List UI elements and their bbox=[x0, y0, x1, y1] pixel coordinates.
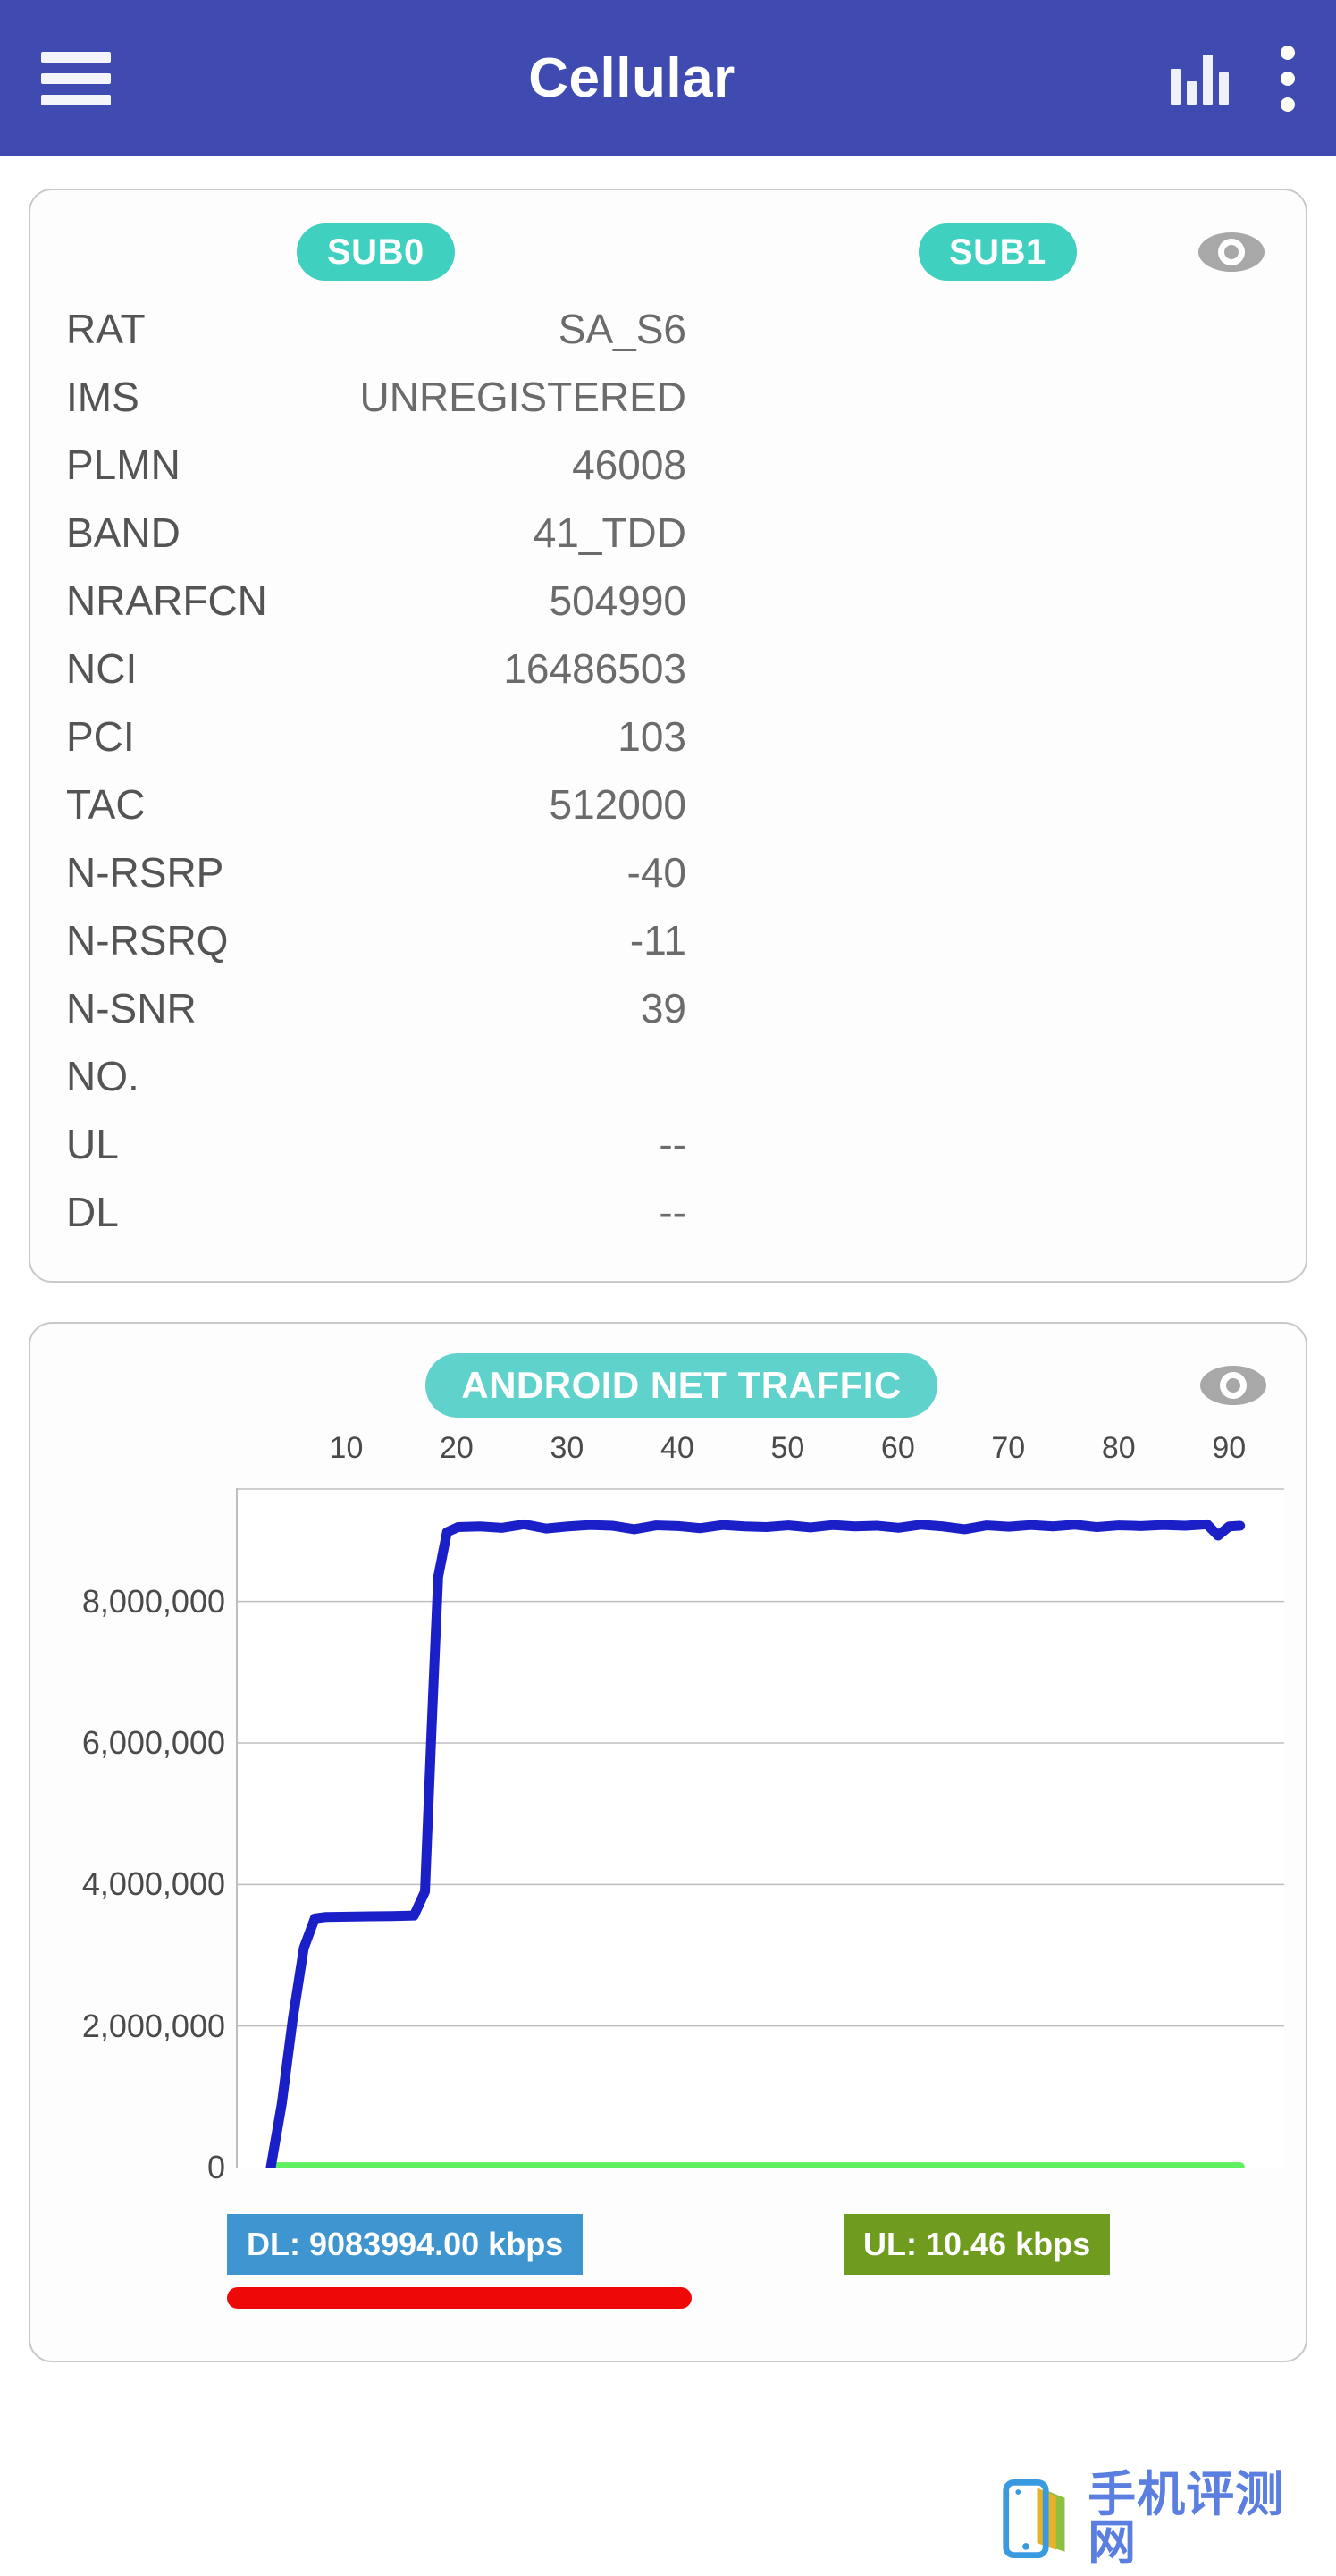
dl-value-badge: DL: 9083994.00 kbps bbox=[227, 2214, 584, 2275]
dl-indicator-bar bbox=[227, 2286, 692, 2309]
x-tick-label: 90 bbox=[1212, 1431, 1247, 1465]
table-row: PCI 103 bbox=[61, 712, 695, 780]
row-key: TAC bbox=[66, 781, 146, 828]
app-bar: Cellular bbox=[0, 0, 1336, 156]
row-value: 103 bbox=[618, 713, 686, 760]
traffic-line-chart bbox=[238, 1488, 1284, 2168]
table-row: DL -- bbox=[61, 1188, 695, 1256]
net-traffic-chart-card: ANDROID NET TRAFFIC 10 20 30 40 50 60 70 80 90 0… bbox=[29, 1322, 1307, 2362]
row-value: 504990 bbox=[549, 577, 687, 624]
row-key: NRARFCN bbox=[66, 577, 267, 624]
row-value: -40 bbox=[626, 849, 686, 896]
ul-legend-group: UL: 10.46 kbps bbox=[844, 2214, 1111, 2275]
row-value: 512000 bbox=[549, 781, 687, 828]
row-value: -- bbox=[659, 1121, 686, 1167]
sub-selector-row: SUB0 SUB1 bbox=[61, 221, 1275, 283]
chart-header: ANDROID NET TRAFFIC bbox=[52, 1351, 1284, 1420]
row-value: UNREGISTERED bbox=[359, 374, 686, 420]
ul-value-badge: UL: 10.46 kbps bbox=[844, 2214, 1111, 2275]
row-key: N-RSRP bbox=[66, 849, 224, 896]
cellular-info-list: RAT SA_S6 IMS UNREGISTERED PLMN 46008 BA… bbox=[61, 305, 1275, 1256]
row-value: 39 bbox=[640, 985, 686, 1031]
row-value: -11 bbox=[629, 917, 686, 964]
row-key: IMS bbox=[66, 374, 139, 420]
watermark-text: 手机评测网 bbox=[1088, 2468, 1285, 2570]
chart-y-axis: 0 2,000,000 4,000,000 6,000,000 8,000,000 bbox=[52, 1488, 236, 2185]
row-key: DL bbox=[66, 1189, 119, 1235]
table-row: UL -- bbox=[61, 1120, 695, 1188]
app-bar-actions bbox=[1171, 45, 1295, 112]
y-tick-label: 2,000,000 bbox=[81, 2007, 225, 2044]
table-row: NO. bbox=[61, 1052, 695, 1120]
sub0-tab[interactable]: SUB0 bbox=[297, 223, 455, 281]
table-row: TAC 512000 bbox=[61, 780, 695, 848]
eye-icon[interactable] bbox=[1197, 230, 1266, 274]
chart-legend: DL: 9083994.00 kbps UL: 10.46 kbps bbox=[52, 2168, 1284, 2337]
row-value: SA_S6 bbox=[558, 306, 686, 352]
row-key: RAT bbox=[66, 306, 146, 352]
x-tick-label: 30 bbox=[550, 1431, 584, 1465]
row-key: UL bbox=[66, 1121, 119, 1167]
cellular-info-card: SUB0 SUB1 RAT SA_S6 IMS UNREGISTERED PLM… bbox=[29, 189, 1307, 1283]
x-tick-label: 60 bbox=[880, 1431, 915, 1465]
row-key: PCI bbox=[66, 713, 135, 760]
chart-title: ANDROID NET TRAFFIC bbox=[425, 1353, 937, 1418]
row-value: 16486503 bbox=[503, 645, 686, 692]
series-dl-line bbox=[271, 1524, 1240, 2168]
row-value: -- bbox=[659, 1189, 686, 1235]
eye-icon[interactable] bbox=[1198, 1363, 1268, 1408]
table-row: NRARFCN 504990 bbox=[61, 577, 695, 644]
x-tick-label: 50 bbox=[770, 1431, 805, 1465]
chart-x-axis: 10 20 30 40 50 60 70 80 90 bbox=[52, 1431, 1284, 1483]
x-tick-label: 10 bbox=[329, 1431, 364, 1465]
phone-books-logo-icon bbox=[1003, 2479, 1065, 2558]
row-key: PLMN bbox=[66, 442, 181, 488]
y-tick-label: 8,000,000 bbox=[81, 1582, 225, 1620]
table-row: N-RSRP -40 bbox=[61, 848, 695, 916]
table-row: IMS UNREGISTERED bbox=[61, 373, 695, 441]
x-tick-label: 70 bbox=[991, 1431, 1026, 1465]
row-value: 46008 bbox=[572, 442, 686, 488]
bar-chart-bar bbox=[1187, 80, 1197, 105]
x-tick-label: 20 bbox=[440, 1431, 474, 1465]
kebab-dot bbox=[1281, 45, 1295, 60]
row-key: NCI bbox=[66, 645, 138, 692]
table-row: NCI 16486503 bbox=[61, 644, 695, 712]
dl-legend-group: DL: 9083994.00 kbps bbox=[227, 2214, 692, 2309]
table-row: BAND 41_TDD bbox=[61, 509, 695, 577]
site-watermark: 手机评测网 bbox=[990, 2462, 1336, 2576]
bar-chart-bar bbox=[1219, 72, 1229, 105]
kebab-dot bbox=[1281, 71, 1295, 86]
bar-chart-bar bbox=[1203, 54, 1213, 105]
table-row: N-RSRQ -11 bbox=[61, 916, 695, 984]
table-row: PLMN 46008 bbox=[61, 441, 695, 509]
row-key: BAND bbox=[66, 509, 181, 556]
kebab-dot bbox=[1281, 97, 1295, 112]
chart-canvas bbox=[236, 1488, 1284, 2168]
chart-plot-area: 0 2,000,000 4,000,000 6,000,000 8,000,000 bbox=[52, 1488, 1284, 2185]
bar-chart-icon[interactable] bbox=[1171, 53, 1229, 105]
kebab-menu-icon[interactable] bbox=[1281, 45, 1295, 112]
table-row: N-SNR 39 bbox=[61, 984, 695, 1052]
row-key: N-SNR bbox=[66, 985, 197, 1031]
table-row: RAT SA_S6 bbox=[61, 305, 695, 373]
page-title: Cellular bbox=[528, 47, 735, 109]
y-tick-label: 6,000,000 bbox=[81, 1724, 225, 1761]
sub1-tab[interactable]: SUB1 bbox=[919, 223, 1077, 281]
row-key: N-RSRQ bbox=[66, 917, 229, 964]
x-tick-label: 40 bbox=[660, 1431, 694, 1465]
page-body: SUB0 SUB1 RAT SA_S6 IMS UNREGISTERED PLM… bbox=[0, 156, 1336, 2362]
row-key: NO. bbox=[66, 1053, 139, 1099]
row-value: 41_TDD bbox=[533, 509, 686, 556]
bar-chart-bar bbox=[1171, 68, 1181, 105]
x-tick-label: 80 bbox=[1101, 1431, 1136, 1465]
y-tick-label: 4,000,000 bbox=[81, 1865, 225, 1903]
